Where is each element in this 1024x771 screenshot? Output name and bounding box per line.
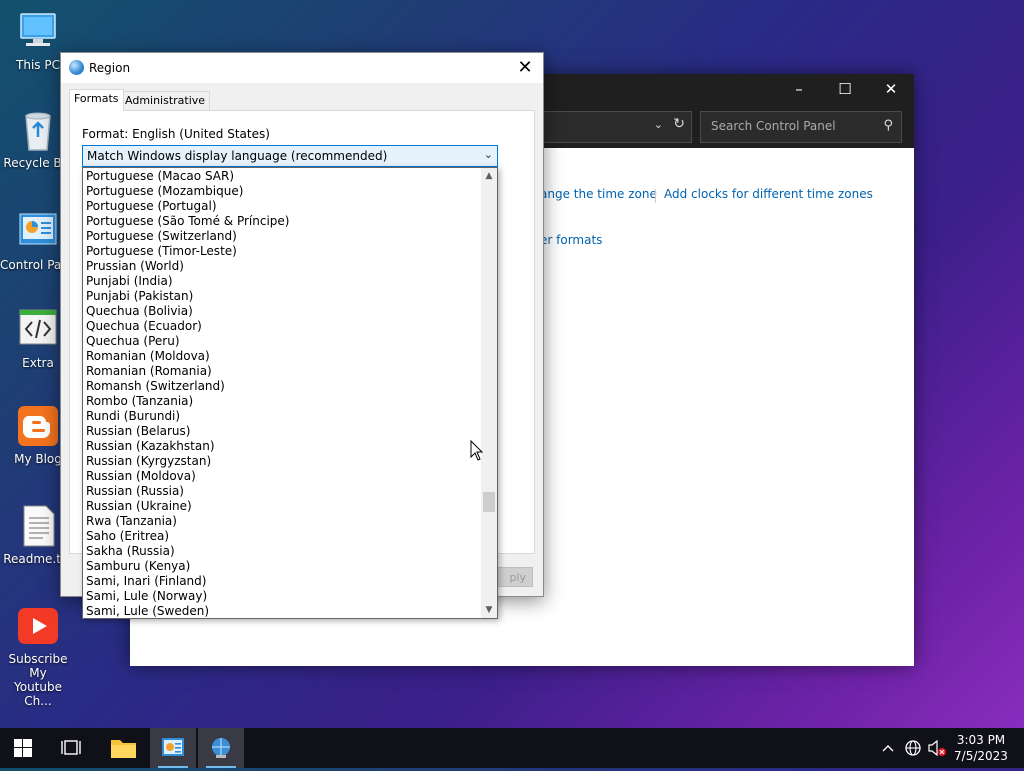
dialog-close-button[interactable]: ✕ [511,55,539,81]
close-button[interactable]: ✕ [868,74,914,104]
dropdown-options: Portuguese (Macao SAR) Portuguese (Mozam… [83,169,481,618]
minimize-button[interactable]: – [776,74,822,104]
dropdown-item[interactable]: Punjabi (Pakistan) [83,289,481,304]
clock-time: 3:03 PM [956,733,1006,747]
change-timezone-link[interactable]: ange the time zone [540,187,657,201]
code-file-icon [16,308,60,352]
dropdown-item[interactable]: Russian (Ukraine) [83,499,481,514]
add-clocks-link[interactable]: Add clocks for different time zones [664,187,873,201]
control-panel-icon [162,738,184,756]
region-dialog-titlebar: Region ✕ [61,53,543,83]
computer-icon [16,10,60,54]
other-formats-link[interactable]: er formats [540,233,602,247]
speaker-muted-icon [928,739,946,757]
start-button[interactable] [0,728,46,768]
dropdown-item[interactable]: Portuguese (Mozambique) [83,184,481,199]
youtube-icon [16,604,60,648]
chevron-down-icon[interactable]: ⌄ [654,118,663,131]
control-panel-taskbar-button[interactable] [150,728,196,768]
dropdown-item[interactable]: Punjabi (India) [83,274,481,289]
combobox-selected-value: Match Windows display language (recommen… [87,149,388,163]
text-file-icon [16,504,60,548]
desktop-icon-label: Subscribe My Youtube Ch... [8,652,68,708]
dropdown-item[interactable]: Russian (Kazakhstan) [83,439,481,454]
format-label: Format: English (United States) [82,127,270,141]
clock-date: 7/5/2023 [954,749,1008,763]
taskbar: 3:03 PM 7/5/2023 [0,728,1024,768]
volume-button[interactable] [926,728,948,768]
dropdown-item[interactable]: Portuguese (Timor-Leste) [83,244,481,259]
dropdown-item[interactable]: Russian (Kyrgyzstan) [83,454,481,469]
recycle-bin-icon [16,108,60,152]
dropdown-item[interactable]: Rombo (Tanzania) [83,394,481,409]
dropdown-item[interactable]: Russian (Russia) [83,484,481,499]
dropdown-item[interactable]: Sami, Lule (Norway) [83,589,481,604]
chevron-up-icon [882,745,894,752]
dialog-title: Region [89,61,131,75]
dropdown-item[interactable]: Sami, Inari (Finland) [83,574,481,589]
dropdown-item[interactable]: Quechua (Bolivia) [83,304,481,319]
dropdown-item[interactable]: Prussian (World) [83,259,481,274]
control-panel-icon [16,210,60,254]
search-box[interactable]: ⚲ [700,111,902,143]
dropdown-item[interactable]: Portuguese (São Tomé & Príncipe) [83,214,481,229]
dropdown-item[interactable]: Sami, Lule (Sweden) [83,604,481,618]
dropdown-item[interactable]: Russian (Moldova) [83,469,481,484]
format-combobox[interactable]: Match Windows display language (recommen… [82,145,498,167]
dropdown-item[interactable]: Portuguese (Portugal) [83,199,481,214]
dropdown-item[interactable]: Romansh (Switzerland) [83,379,481,394]
windows-logo-icon [14,739,32,757]
desktop-icon-youtube[interactable]: Subscribe My Youtube Ch... [0,604,76,708]
format-dropdown-list[interactable]: Portuguese (Macao SAR) Portuguese (Mozam… [82,167,498,619]
search-input[interactable] [709,118,873,134]
chevron-down-icon[interactable]: ⌄ [484,148,493,161]
refresh-icon[interactable]: ↻ [673,116,685,132]
search-icon[interactable]: ⚲ [883,118,893,133]
dropdown-item[interactable]: Sakha (Russia) [83,544,481,559]
show-hidden-icons-button[interactable] [878,728,898,768]
dropdown-item[interactable]: Quechua (Ecuador) [83,319,481,334]
dropdown-item[interactable]: Rundi (Burundi) [83,409,481,424]
scrollbar-thumb[interactable] [483,492,495,512]
task-view-button[interactable] [48,728,94,768]
folder-icon [111,740,136,758]
dropdown-item[interactable]: Russian (Belarus) [83,424,481,439]
network-status-button[interactable] [902,728,924,768]
maximize-button[interactable]: ☐ [822,74,868,104]
dropdown-item[interactable]: Romanian (Moldova) [83,349,481,364]
blogger-icon [16,404,60,448]
tab-administrative[interactable]: Administrative [120,91,211,111]
dropdown-item[interactable]: Saho (Eritrea) [83,529,481,544]
dropdown-item[interactable]: Rwa (Tanzania) [83,514,481,529]
file-explorer-button[interactable] [100,728,146,768]
mouse-cursor-icon [470,440,484,461]
scroll-down-arrow-icon[interactable]: ▼ [481,602,497,618]
region-globe-icon [212,738,230,758]
dropdown-item[interactable]: Samburu (Kenya) [83,559,481,574]
region-taskbar-button[interactable] [198,728,244,768]
clock[interactable]: 3:03 PM 7/5/2023 [948,732,1014,764]
tab-formats[interactable]: Formats [69,89,124,111]
globe-network-icon [905,740,921,756]
dropdown-item[interactable]: Portuguese (Macao SAR) [83,169,481,184]
dropdown-item[interactable]: Quechua (Peru) [83,334,481,349]
task-view-icon [61,740,81,755]
dropdown-scrollbar[interactable]: ▲ ▼ [481,168,497,618]
link-divider [655,189,656,203]
dropdown-item[interactable]: Romanian (Romania) [83,364,481,379]
dropdown-item[interactable]: Portuguese (Switzerland) [83,229,481,244]
globe-icon [69,60,84,75]
scroll-up-arrow-icon[interactable]: ▲ [481,168,497,184]
